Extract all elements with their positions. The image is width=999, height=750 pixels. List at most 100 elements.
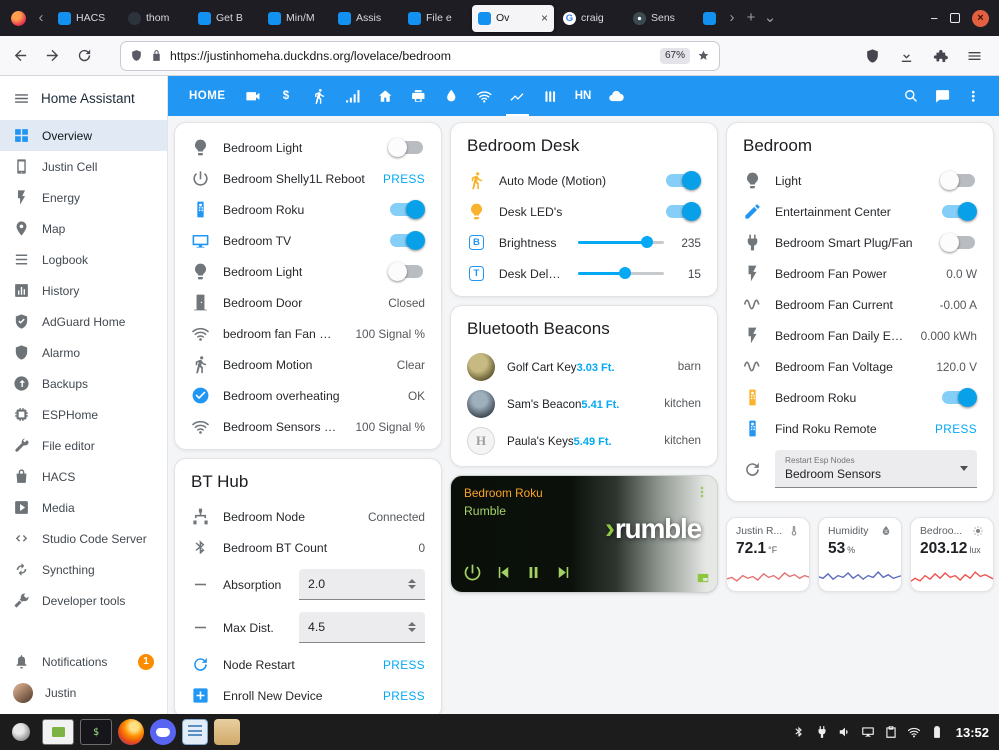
search-button[interactable] bbox=[896, 76, 927, 116]
media-browse-icon[interactable] bbox=[696, 571, 710, 585]
new-tab-button[interactable]: + bbox=[743, 0, 759, 36]
filemanager-launcher-icon[interactable] bbox=[214, 719, 240, 745]
sidebar-item-energy[interactable]: Energy bbox=[0, 182, 167, 213]
tab-finance[interactable]: $ bbox=[270, 76, 303, 116]
back-button[interactable] bbox=[12, 47, 29, 64]
tab-scroll-left-button[interactable]: ‹ bbox=[33, 0, 49, 36]
sidebar-item-developer-tools[interactable]: Developer tools bbox=[0, 585, 167, 616]
sidebar-item-justin-cell[interactable]: Justin Cell bbox=[0, 151, 167, 182]
entity-row-find-roku-remote[interactable]: Find Roku Remote PRESS bbox=[727, 413, 993, 444]
sidebar-item-media[interactable]: Media bbox=[0, 492, 167, 523]
browser-tab[interactable] bbox=[697, 5, 721, 32]
entity-row-bedroom-tv[interactable]: Bedroom TV bbox=[175, 225, 441, 256]
entity-row-brightness[interactable]: B Brightness 235 bbox=[451, 227, 717, 258]
entity-row-light[interactable]: Light bbox=[727, 165, 993, 196]
delayed-off-slider[interactable] bbox=[578, 267, 664, 281]
browser-tab[interactable]: Get B bbox=[192, 5, 259, 32]
overflow-menu-button[interactable] bbox=[958, 76, 989, 116]
sidebar-item-esphome[interactable]: ESPHome bbox=[0, 399, 167, 430]
browser-tab[interactable]: Min/M bbox=[262, 5, 329, 32]
browser-tab[interactable]: File e bbox=[402, 5, 469, 32]
brightness-slider[interactable] bbox=[578, 236, 664, 250]
downloads-button[interactable] bbox=[898, 48, 915, 64]
sidebar-item-syncthing[interactable]: Syncthing bbox=[0, 554, 167, 585]
clipboard-tray-icon[interactable] bbox=[884, 725, 898, 739]
media-power-button[interactable] bbox=[462, 562, 483, 583]
toggle-switch[interactable] bbox=[666, 202, 701, 221]
sensor-card-illuminance[interactable]: Bedroo... 203.12 lux bbox=[910, 517, 994, 592]
assist-button[interactable] bbox=[927, 76, 958, 116]
entity-row-auto-mode[interactable]: Auto Mode (Motion) bbox=[451, 165, 717, 196]
entity-row-bedroom-motion[interactable]: Bedroom Motion Clear bbox=[175, 349, 441, 380]
tab-water[interactable] bbox=[435, 76, 468, 116]
browser-tab[interactable]: Sens bbox=[627, 5, 694, 32]
entity-row-enroll-device[interactable]: Enroll New Device PRESS bbox=[175, 680, 441, 711]
toggle-switch[interactable] bbox=[388, 262, 423, 281]
stepper-arrows[interactable] bbox=[408, 621, 416, 633]
list-all-tabs-button[interactable]: ⌄ bbox=[762, 0, 778, 36]
zoom-indicator[interactable]: 67% bbox=[659, 47, 690, 64]
sidebar-item-history[interactable]: History bbox=[0, 275, 167, 306]
close-window-button[interactable]: × bbox=[972, 9, 989, 27]
media-menu-icon[interactable] bbox=[694, 484, 710, 500]
entity-row-node-restart[interactable]: Node Restart PRESS bbox=[175, 649, 441, 680]
browser-tab[interactable]: Gcraig bbox=[557, 5, 624, 32]
browser-tab[interactable]: thom bbox=[122, 5, 189, 32]
browser-tab[interactable]: HACS bbox=[52, 5, 119, 32]
press-button[interactable]: PRESS bbox=[383, 172, 425, 186]
clock[interactable]: 13:52 bbox=[956, 725, 989, 740]
editor-launcher-icon[interactable] bbox=[182, 719, 208, 745]
sidebar-item-backups[interactable]: Backups bbox=[0, 368, 167, 399]
forward-button[interactable] bbox=[44, 47, 61, 64]
sidebar-item-logbook[interactable]: Logbook bbox=[0, 244, 167, 275]
browser-tab-active[interactable]: Ov × bbox=[472, 4, 554, 32]
url-text[interactable]: https://justinhomeha.duckdns.org/lovelac… bbox=[170, 49, 653, 63]
discord-launcher-icon[interactable] bbox=[150, 719, 176, 745]
adblock-shield-icon[interactable] bbox=[864, 48, 881, 64]
entity-row-sensors-wifi[interactable]: Bedroom Sensors WiFi 100 Signal % bbox=[175, 411, 441, 442]
sidebar-item-alarmo[interactable]: Alarmo bbox=[0, 337, 167, 368]
entity-row-desk-leds[interactable]: Desk LED's bbox=[451, 196, 717, 227]
entity-row-fan-wifi[interactable]: bedroom fan Fan WiFi 100 Signal % bbox=[175, 318, 441, 349]
sidebar-item-hacs[interactable]: HACS bbox=[0, 461, 167, 492]
media-pause-button[interactable] bbox=[524, 563, 543, 582]
sidebar-item-user-profile[interactable]: Justin bbox=[0, 677, 167, 708]
toggle-switch[interactable] bbox=[388, 138, 423, 157]
beacon-row-paulas-keys[interactable]: H Paula's Keys5.49 Ft. kitchen bbox=[451, 422, 717, 459]
app-menu-button[interactable] bbox=[6, 718, 36, 746]
tab-printer[interactable] bbox=[402, 76, 435, 116]
media-player-card[interactable]: Bedroom Roku Rumble › rumble bbox=[450, 475, 718, 593]
sidebar-item-file-editor[interactable]: File editor bbox=[0, 430, 167, 461]
sidebar-toggle-icon[interactable] bbox=[13, 90, 30, 107]
tracking-shield-icon[interactable] bbox=[130, 49, 143, 62]
tab-network[interactable] bbox=[468, 76, 501, 116]
tab-signal[interactable] bbox=[336, 76, 369, 116]
sidebar-item-studio-code-server[interactable]: Studio Code Server bbox=[0, 523, 167, 554]
wifi-tray-icon[interactable] bbox=[907, 725, 921, 739]
entity-row-bedroom-door[interactable]: Bedroom Door Closed bbox=[175, 287, 441, 318]
firefox-view-button[interactable] bbox=[6, 6, 30, 30]
entity-row-max-dist[interactable]: Max Dist. 4.5 bbox=[175, 606, 441, 649]
stepper-arrows[interactable] bbox=[408, 578, 416, 590]
entity-row-shelly-reboot[interactable]: Bedroom Shelly1L Reboot PRESS bbox=[175, 163, 441, 194]
tab-home[interactable]: HOME bbox=[178, 76, 237, 116]
bookmark-star-icon[interactable] bbox=[697, 49, 710, 62]
press-button[interactable]: PRESS bbox=[383, 689, 425, 703]
maximize-button[interactable] bbox=[950, 13, 960, 23]
entity-row-bedroom-roku[interactable]: Bedroom Roku bbox=[175, 194, 441, 225]
toggle-switch[interactable] bbox=[942, 202, 977, 221]
beacon-row-golf-cart-key[interactable]: Golf Cart Key3.03 Ft. barn bbox=[451, 348, 717, 385]
sidebar-item-overview[interactable]: Overview bbox=[0, 120, 167, 151]
entity-row-smart-plug-fan[interactable]: Bedroom Smart Plug/Fan bbox=[727, 227, 993, 258]
sidebar-item-map[interactable]: Map bbox=[0, 213, 167, 244]
toggle-switch[interactable] bbox=[390, 200, 425, 219]
entity-row-overheating[interactable]: Bedroom overheating OK bbox=[175, 380, 441, 411]
max-dist-number-input[interactable]: 4.5 bbox=[299, 612, 425, 643]
toggle-switch[interactable] bbox=[940, 171, 975, 190]
reload-button[interactable] bbox=[76, 47, 93, 64]
taskbar-window-filemanager[interactable] bbox=[42, 719, 74, 745]
firefox-launcher-icon[interactable] bbox=[118, 719, 144, 745]
browser-tab[interactable]: Assis bbox=[332, 5, 399, 32]
entity-row-bt-count[interactable]: Bedroom BT Count 0 bbox=[175, 532, 441, 563]
beacon-row-sams-beacon[interactable]: Sam's Beacon5.41 Ft. kitchen bbox=[451, 385, 717, 422]
